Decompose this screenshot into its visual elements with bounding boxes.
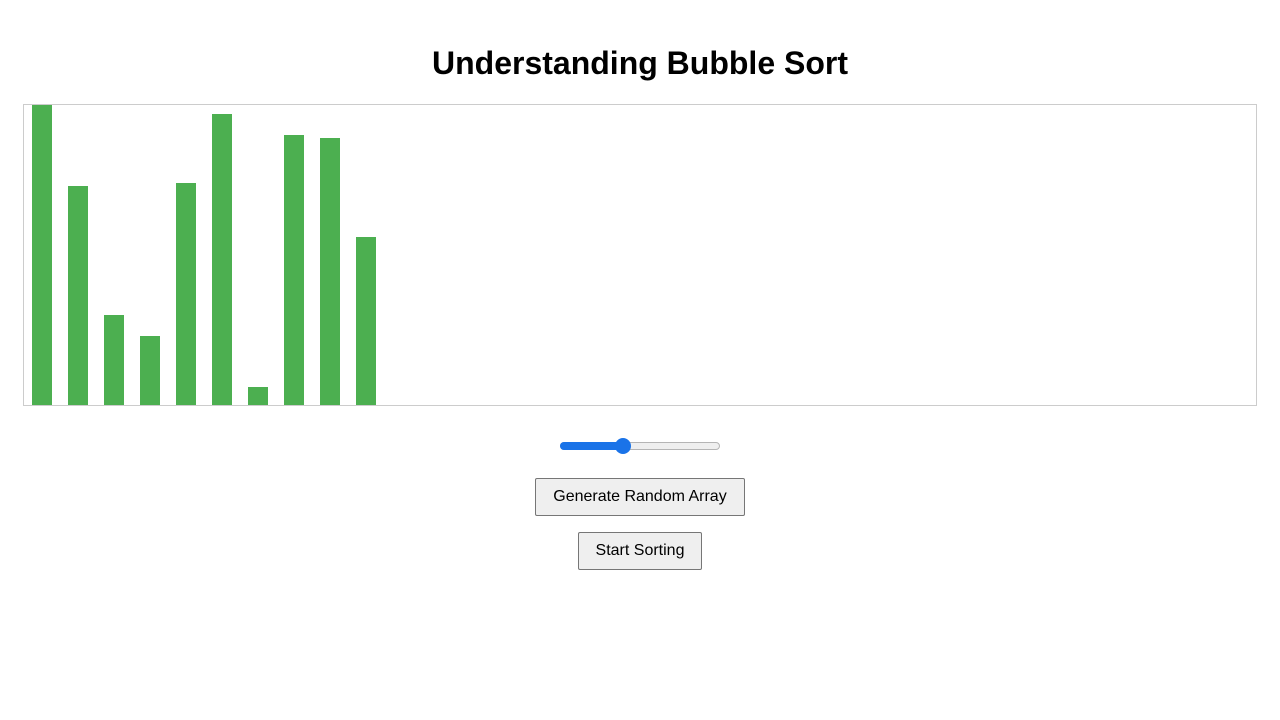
bar-5 <box>176 183 196 405</box>
start-sorting-button[interactable]: Start Sorting <box>578 532 702 570</box>
bar-2 <box>68 186 88 405</box>
slider-thumb[interactable] <box>615 438 631 454</box>
bar-6 <box>212 114 232 405</box>
bar-1 <box>32 105 52 405</box>
bar-7 <box>248 387 268 405</box>
speed-slider[interactable] <box>560 437 720 455</box>
bar-4 <box>140 336 160 405</box>
bar-8 <box>284 135 304 405</box>
bar-3 <box>104 315 124 405</box>
bar-chart <box>23 104 1257 406</box>
bar-10 <box>356 237 376 405</box>
page-title: Understanding Bubble Sort <box>432 45 848 81</box>
bar-9 <box>320 138 340 405</box>
generate-random-array-button[interactable]: Generate Random Array <box>535 478 745 516</box>
slider-fill <box>560 442 623 450</box>
